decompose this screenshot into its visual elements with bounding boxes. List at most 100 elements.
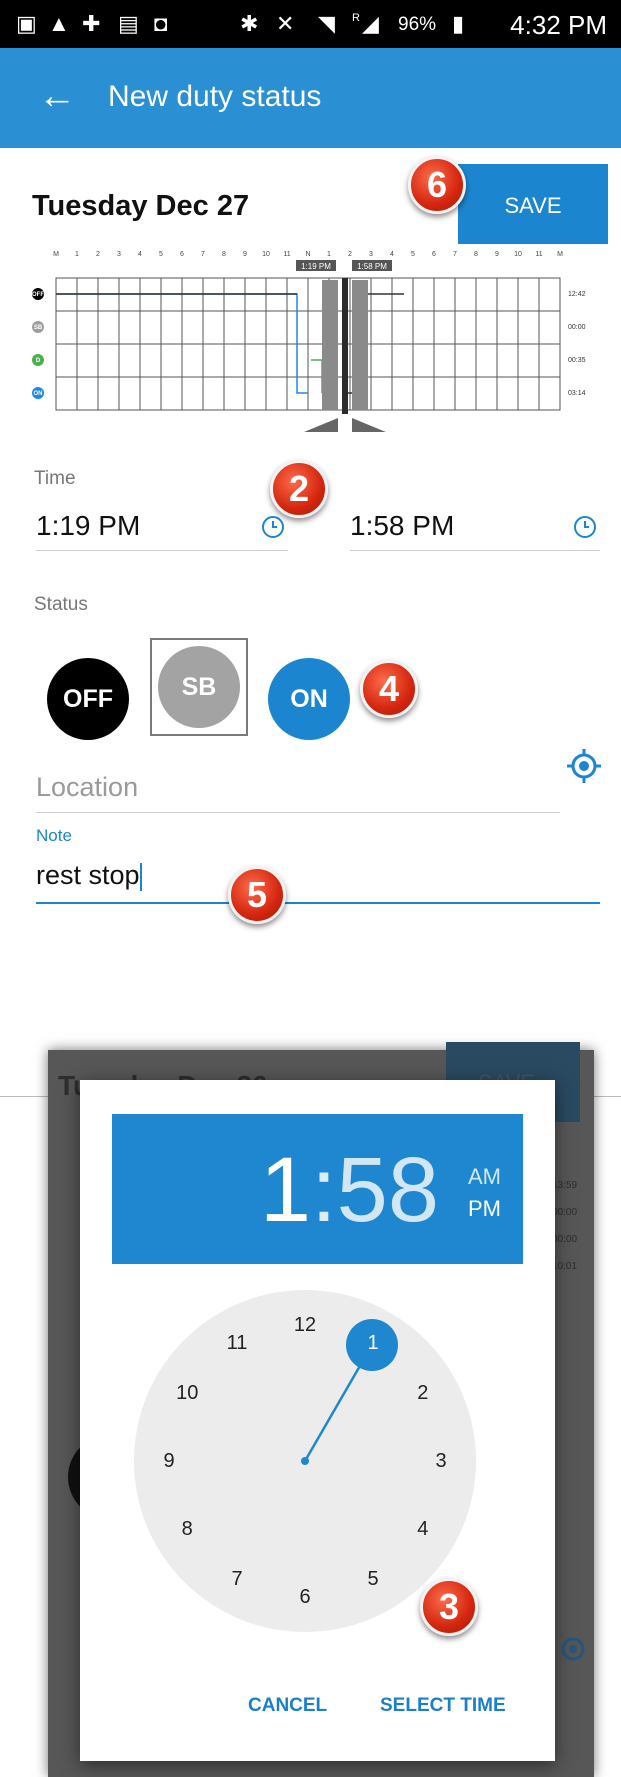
select-time-button[interactable]: SELECT TIME	[380, 1695, 506, 1717]
start-time-field[interactable]: 1:19 PM	[36, 510, 140, 542]
time-separator: :	[311, 1139, 337, 1241]
selection-start-label: 1:19 PM	[301, 262, 331, 271]
hour-label: 5	[159, 251, 163, 258]
dial-number-6[interactable]: 6	[285, 1582, 325, 1612]
dial-number-7[interactable]: 7	[217, 1564, 257, 1594]
status-label: Status	[34, 594, 88, 615]
hour-label: 1	[75, 251, 79, 258]
warning-icon: ▲	[48, 11, 70, 36]
hour-label: 3	[117, 251, 121, 258]
end-time-field[interactable]: 1:58 PM	[350, 510, 454, 542]
selected-time: 1:58	[260, 1142, 439, 1238]
briefcase-icon: ◘	[154, 11, 168, 36]
hour-label: 5	[411, 251, 415, 258]
location-input[interactable]: Location	[36, 772, 138, 803]
status-time: 4:32 PM	[510, 10, 607, 40]
hour-label: 11	[283, 251, 290, 258]
hour-label: 2	[96, 251, 100, 258]
time-label: Time	[34, 468, 76, 489]
driving-row-label: D	[36, 358, 41, 364]
on-total: 03:14	[568, 390, 586, 397]
hour-label: 3	[369, 251, 373, 258]
roaming-mark: R	[352, 12, 360, 24]
dial-number-9[interactable]: 9	[149, 1446, 189, 1476]
on-row-label: ON	[34, 391, 43, 397]
note-value: rest stop	[36, 860, 140, 890]
save-button[interactable]: SAVE	[458, 164, 608, 244]
step-marker-2: 2	[270, 460, 328, 518]
hour-label: 8	[222, 251, 226, 258]
hour-label: 9	[495, 251, 499, 258]
clock-dial[interactable]: 12 1 2 3 4 5 6 7 8 9 10 11	[134, 1290, 476, 1632]
end-drag-arrow-icon[interactable]	[352, 418, 386, 432]
start-clock-icon[interactable]	[262, 516, 284, 538]
start-time-underline	[36, 550, 288, 551]
text-cursor	[139, 862, 142, 891]
dial-number-3[interactable]: 3	[421, 1446, 461, 1476]
status-on-button[interactable]: ON	[268, 658, 350, 740]
sb-row-label: SB	[34, 325, 43, 331]
hour-label: 10	[514, 251, 522, 258]
off-row-label: OFF	[32, 292, 44, 298]
mute-icon: ✕	[276, 11, 295, 36]
app-bar: ← New duty status	[0, 48, 621, 148]
time-display-header: 1:58 AM PM	[112, 1114, 523, 1264]
background-total-on: 10:01	[552, 1261, 578, 1272]
hour-label: M	[53, 251, 59, 258]
dial-number-2[interactable]: 2	[403, 1378, 443, 1408]
cancel-button[interactable]: CANCEL	[248, 1695, 327, 1717]
page-title: New duty status	[108, 80, 322, 113]
hour-label: 10	[262, 251, 270, 258]
pm-toggle[interactable]: PM	[468, 1196, 501, 1222]
status-sb-button[interactable]: SB	[158, 646, 240, 728]
step-marker-3: 3	[420, 1578, 478, 1636]
selection-handle-end[interactable]	[352, 280, 368, 410]
hour-label: N	[305, 251, 310, 258]
hour-label: 7	[201, 251, 205, 258]
graph-hour-labels: M 1 2 3 4 5 6 7 8 9 10 11 N 1 2 3 4 5 6 7 8 9 10 11 M	[53, 251, 563, 258]
gps-target-icon[interactable]	[566, 748, 602, 784]
dial-number-8[interactable]: 8	[167, 1514, 207, 1544]
dial-number-12[interactable]: 12	[285, 1310, 325, 1340]
start-drag-arrow-icon[interactable]	[304, 418, 338, 432]
selection-band	[342, 278, 348, 414]
selection-handle-start[interactable]	[322, 280, 338, 410]
image-icon: ▣	[16, 11, 37, 36]
arrow-back-icon[interactable]: ←	[38, 74, 76, 118]
bluetooth-icon: ✱	[240, 11, 259, 36]
dial-number-4[interactable]: 4	[403, 1514, 443, 1544]
dial-number-10[interactable]: 10	[167, 1378, 207, 1408]
hour-value[interactable]: 1	[260, 1139, 311, 1241]
dial-number-5[interactable]: 5	[353, 1564, 393, 1594]
hour-label: 1	[327, 251, 331, 258]
dial-number-11[interactable]: 11	[217, 1328, 257, 1358]
hour-label: 6	[180, 251, 184, 258]
hour-label: 11	[535, 251, 542, 258]
hour-label: M	[557, 251, 563, 258]
am-toggle[interactable]: AM	[468, 1164, 501, 1190]
date-heading: Tuesday Dec 27	[32, 190, 250, 222]
hour-label: 7	[453, 251, 457, 258]
note-label: Note	[36, 826, 72, 845]
hour-label: 6	[432, 251, 436, 258]
dial-number-1[interactable]: 1	[353, 1328, 393, 1358]
off-total: 12:42	[568, 291, 586, 298]
step-marker-5: 5	[228, 866, 286, 924]
note-input[interactable]: rest stop	[36, 860, 142, 891]
minute-value[interactable]: 58	[337, 1139, 439, 1241]
hour-label: 8	[474, 251, 478, 258]
hour-label: 9	[243, 251, 247, 258]
battery-percent: 96%	[398, 14, 437, 35]
background-gps-icon	[561, 1637, 585, 1661]
medical-icon: ✚	[82, 11, 101, 36]
duty-status-editor: Tuesday Dec 27 SAVE 6 M 1 2 3 4 5 6 7 8 9 10 11 N 1 2 3…	[0, 148, 621, 1097]
status-bar: ▣ ▲ ✚ ▤ ◘ ✱ ✕ ◥ R ◢ 96% ▮ 4:32 PM	[0, 0, 621, 48]
sb-total: 00:00	[568, 324, 586, 331]
background-total-d: 00:00	[552, 1234, 578, 1245]
wifi-icon: ◥	[318, 11, 335, 36]
end-clock-icon[interactable]	[574, 516, 596, 538]
hour-label: 4	[390, 251, 394, 258]
background-total-off: 13:59	[552, 1180, 578, 1191]
status-off-button[interactable]: OFF	[47, 658, 129, 740]
signal-icon: ◢	[362, 11, 379, 36]
